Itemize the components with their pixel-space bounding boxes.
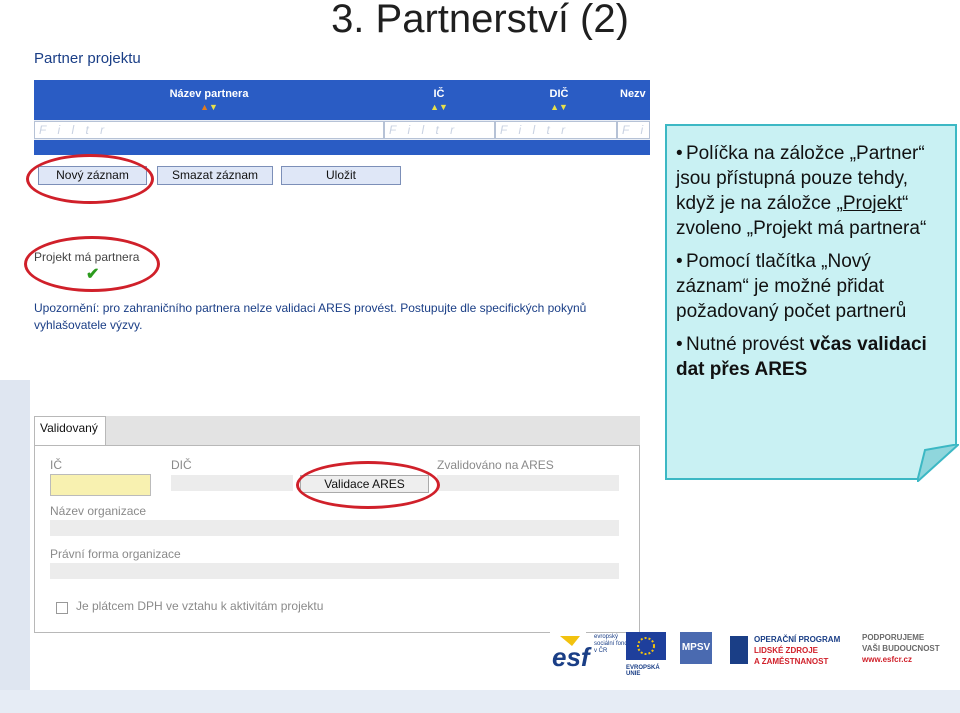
grid-body (34, 141, 650, 155)
mpsv-logo: MPSV (680, 632, 716, 672)
sort-arrows-icon[interactable]: ▲▼ (414, 102, 464, 112)
column-header-partner-name[interactable]: Název partnera ▲▼ (134, 80, 284, 120)
page-curl-icon (917, 444, 959, 482)
app-screenshot: Partner projektu Název partnera ▲▼ IČ ▲▼… (30, 40, 650, 636)
filter-row: F i l t r F i l t r F i l t r F i l t r (34, 120, 650, 141)
esf-logo: esf evropský sociální fond v ČR (550, 632, 628, 672)
tab-strip (106, 416, 640, 446)
filter-input-dic[interactable]: F i l t r (495, 121, 617, 139)
eu-logo: EVROPSKÁ UNIE (626, 632, 670, 677)
column-header-dic[interactable]: DIČ ▲▼ (534, 80, 584, 120)
filter-input-nezv[interactable]: F i l t r (617, 121, 650, 139)
column-header-nezv[interactable]: Nezv (620, 80, 650, 120)
delete-record-button[interactable]: Smazat záznam (157, 166, 273, 185)
op-lzz-icon (730, 636, 748, 664)
callout-bullet-2: • Pomocí tlačítka „Nový záznam“ je možné … (676, 251, 907, 322)
section-title: Partner projektu (34, 50, 141, 67)
support-logo: PODPORUJEME VAŠI BUDOUCNOST www.esfcr.cz (862, 633, 940, 664)
grid-header: Název partnera ▲▼ IČ ▲▼ DIČ ▲▼ Nezv (34, 80, 650, 120)
dic-label: DIČ (171, 458, 192, 472)
highlight-ellipse-checkbox (24, 236, 160, 292)
ic-label: IČ (50, 458, 62, 472)
ic-input[interactable] (50, 474, 151, 496)
vat-payer-label: Je plátcem DPH ve vztahu k aktivitám pro… (76, 599, 324, 613)
background-shape (0, 380, 30, 713)
validated-on-ares-field (437, 475, 619, 491)
legal-form-field[interactable] (50, 563, 619, 579)
callout-bullet-3: • Nutné provést včas validaci dat přes AR… (676, 334, 927, 380)
vat-payer-checkbox[interactable] (56, 602, 68, 614)
legal-form-label: Právní forma organizace (50, 547, 181, 561)
sort-arrows-icon[interactable]: ▲▼ (134, 102, 284, 112)
slide-title: 3. Partnerství (2) (331, 0, 629, 41)
sort-arrows-icon[interactable]: ▲▼ (534, 102, 584, 112)
filter-input-ic[interactable]: F i l t r (384, 121, 495, 139)
background-shape-bottom (0, 690, 960, 713)
highlight-ellipse-new-record (26, 154, 154, 204)
validated-on-ares-label: Zvalidováno na ARES (437, 458, 554, 472)
dic-input[interactable] (171, 475, 293, 491)
org-name-label: Název organizace (50, 504, 147, 518)
callout-link-projekt: Projekt (842, 193, 902, 214)
eu-caption: EVROPSKÁ UNIE (626, 665, 660, 677)
org-name-field[interactable] (50, 520, 619, 536)
column-header-ic[interactable]: IČ ▲▼ (414, 80, 464, 120)
callout-text: • Políčka na záložce „Partner“ jsou příst… (676, 141, 946, 390)
svg-text:esf: esf (552, 642, 592, 672)
op-lzz-logo: OPERAČNÍ PROGRAM LIDSKÉ ZDROJE A ZAMĚSTN… (730, 632, 850, 672)
logo-strip: esf evropský sociální fond v ČR EVROPSKÁ… (550, 632, 960, 680)
filter-input-partner-name[interactable]: F i l t r (34, 121, 384, 139)
callout-bullet-1: • Políčka na záložce „Partner“ jsou příst… (676, 143, 927, 239)
warning-text: Upozornění: pro zahraničního partnera ne… (34, 301, 587, 332)
save-button[interactable]: Uložit (281, 166, 401, 185)
tab-validated[interactable]: Validovaný (34, 416, 106, 446)
highlight-ellipse-ares (296, 461, 440, 509)
esf-caption: evropský sociální fond v ČR (594, 634, 628, 654)
slide: { "slide": { "title": "3. Partnerství (2… (0, 0, 960, 713)
